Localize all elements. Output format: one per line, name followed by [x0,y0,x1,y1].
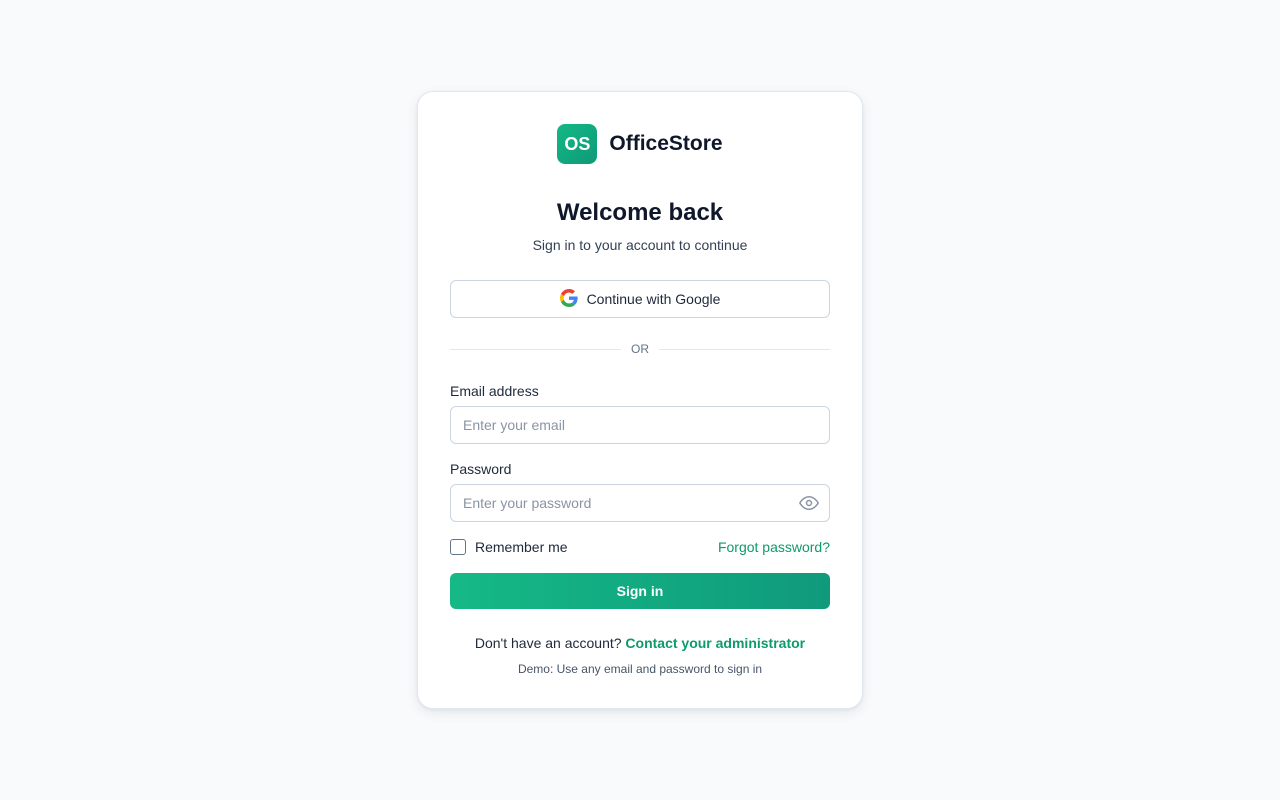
divider-text: OR [631,342,649,356]
remember-me-checkbox[interactable] [450,539,466,555]
contact-admin-link[interactable]: Contact your administrator [625,635,805,651]
email-field[interactable] [450,406,830,444]
email-label: Email address [450,383,539,399]
sign-in-button[interactable]: Sign in [450,573,830,609]
login-card: OS OfficeStore Welcome back Sign in to y… [417,91,863,709]
demo-note: Demo: Use any email and password to sign… [517,662,763,676]
brand: OS OfficeStore [418,124,862,164]
forgot-password-link[interactable]: Forgot password? [718,539,830,555]
page-title: Welcome back [556,199,724,226]
signup-prompt: Don't have an account? Contact your admi… [418,635,862,651]
google-icon [559,288,578,310]
brand-logo: OS [557,124,598,164]
page-subtitle: Sign in to your account to continue [532,237,748,253]
password-field[interactable] [450,484,830,522]
eye-icon[interactable] [798,492,820,514]
or-divider: OR [450,342,830,356]
brand-name: OfficeStore [609,132,723,155]
signup-prompt-text: Don't have an account? [474,635,622,651]
remember-me-label: Remember me [475,539,568,555]
remember-me[interactable]: Remember me [450,539,568,555]
divider-line-left [450,348,621,350]
google-signin-label: Continue with Google [586,291,721,307]
google-signin-button[interactable]: Continue with Google [450,280,830,318]
password-label: Password [450,461,512,477]
divider-line-right [659,348,830,350]
